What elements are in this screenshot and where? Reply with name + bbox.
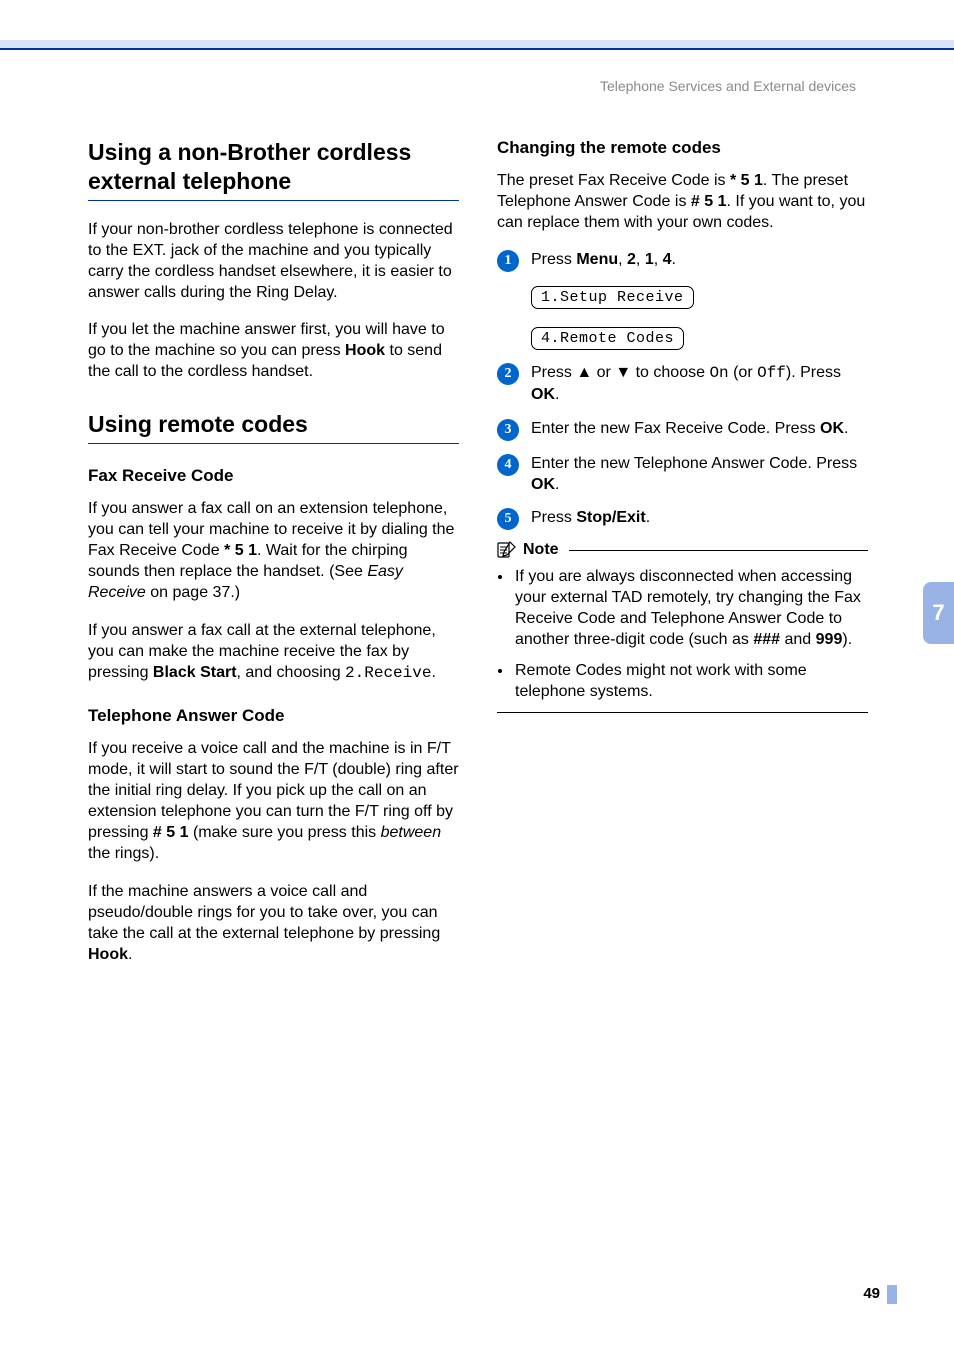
- page-number: 49: [863, 1285, 880, 1302]
- step-badge-4: 4: [497, 454, 519, 476]
- black-start-key: Black Start: [153, 664, 237, 681]
- text: .: [844, 420, 848, 437]
- paragraph: If you answer a fax call at the external…: [88, 620, 459, 684]
- section-heading-remote-codes: Using remote codes: [88, 410, 459, 439]
- text: , and choosing: [237, 664, 346, 681]
- note-rule: [569, 550, 868, 551]
- text: Enter the new Telephone Answer Code. Pre…: [531, 455, 857, 472]
- step-badge-3: 3: [497, 419, 519, 441]
- text: ). Press: [786, 364, 841, 381]
- chapter-tab: 7: [923, 582, 954, 644]
- step-text: Enter the new Telephone Answer Code. Pre…: [531, 453, 868, 495]
- text: .: [431, 664, 435, 681]
- text: and: [780, 631, 816, 648]
- text: the rings).: [88, 845, 159, 862]
- paragraph: If you answer a fax call on an extension…: [88, 498, 459, 604]
- text: Press: [531, 251, 576, 268]
- ok-key: OK: [820, 420, 844, 437]
- note-pencil-icon: [497, 540, 517, 560]
- text: (or: [729, 364, 757, 381]
- step-text: Press ▲ or ▼ to choose On (or Off). Pres…: [531, 362, 868, 405]
- section-rule: [88, 443, 459, 444]
- note-header: Note: [497, 540, 868, 560]
- header-accent-bar: [0, 40, 954, 50]
- text: The preset Fax Receive Code is: [497, 172, 730, 189]
- step-4: 4 Enter the new Telephone Answer Code. P…: [497, 453, 868, 495]
- text: (make sure you press this: [189, 824, 381, 841]
- step-badge-5: 5: [497, 508, 519, 530]
- text: ,: [636, 251, 645, 268]
- text: .: [555, 476, 559, 493]
- subheading-fax-receive: Fax Receive Code: [88, 466, 459, 486]
- step-5: 5 Press Stop/Exit.: [497, 507, 868, 530]
- paragraph: If you receive a voice call and the mach…: [88, 738, 459, 865]
- text: on page 37.): [146, 584, 240, 601]
- mono-on: On: [709, 364, 728, 382]
- stop-exit-key: Stop/Exit: [576, 509, 645, 526]
- paragraph: If your non-brother cordless telephone i…: [88, 219, 459, 303]
- down-arrow-icon: ▼: [615, 364, 631, 381]
- subheading-tel-answer: Telephone Answer Code: [88, 706, 459, 726]
- hook-key: Hook: [345, 342, 385, 359]
- mono-text: 2.Receive: [345, 664, 431, 682]
- step-2: 2 Press ▲ or ▼ to choose On (or Off). Pr…: [497, 362, 868, 405]
- between-italic: between: [381, 824, 442, 841]
- step-text: Enter the new Fax Receive Code. Press OK…: [531, 418, 868, 439]
- text: Press: [531, 364, 576, 381]
- text: ,: [654, 251, 663, 268]
- lcd-display: 1.Setup Receive: [531, 286, 694, 309]
- page-number-tab: [887, 1285, 897, 1304]
- lcd-display: 4.Remote Codes: [531, 327, 684, 350]
- note-list: If you are always disconnected when acce…: [497, 566, 868, 703]
- note-end-rule: [497, 712, 868, 713]
- code-text: * 5 1: [224, 542, 257, 559]
- code-text: # 5 1: [691, 193, 727, 210]
- text: to choose: [631, 364, 709, 381]
- text: or: [592, 364, 615, 381]
- mono-off: Off: [757, 364, 786, 382]
- text: .: [646, 509, 650, 526]
- text: Press: [531, 509, 576, 526]
- code-text: # 5 1: [153, 824, 189, 841]
- step-1: 1 Press Menu, 2, 1, 4.: [497, 249, 868, 272]
- ok-key: OK: [531, 386, 555, 403]
- text: .: [555, 386, 559, 403]
- text: ).: [842, 631, 852, 648]
- text: ,: [618, 251, 627, 268]
- code-hash: ###: [753, 631, 780, 648]
- key-2: 2: [627, 251, 636, 268]
- section-heading-cordless: Using a non-Brother cordless external te…: [88, 138, 459, 196]
- ok-key: OK: [531, 476, 555, 493]
- code-text: * 5 1: [730, 172, 763, 189]
- up-arrow-icon: ▲: [576, 364, 592, 381]
- code-999: 999: [816, 631, 843, 648]
- step-badge-1: 1: [497, 250, 519, 272]
- step-badge-2: 2: [497, 363, 519, 385]
- page-content: Using a non-Brother cordless external te…: [88, 138, 868, 981]
- step-text: Press Stop/Exit.: [531, 507, 868, 528]
- paragraph: The preset Fax Receive Code is * 5 1. Th…: [497, 170, 868, 233]
- hook-key: Hook: [88, 946, 128, 963]
- left-column: Using a non-Brother cordless external te…: [88, 138, 459, 981]
- step-text: Press Menu, 2, 1, 4.: [531, 249, 868, 270]
- subheading-changing-codes: Changing the remote codes: [497, 138, 868, 158]
- section-rule: [88, 200, 459, 201]
- note-label: Note: [523, 541, 559, 559]
- text: If the machine answers a voice call and …: [88, 883, 440, 942]
- key-1: 1: [645, 251, 654, 268]
- running-header: Telephone Services and External devices: [600, 78, 856, 94]
- note-item: If you are always disconnected when acce…: [513, 566, 868, 650]
- text: .: [128, 946, 132, 963]
- text: .: [672, 251, 676, 268]
- paragraph: If the machine answers a voice call and …: [88, 881, 459, 965]
- step-3: 3 Enter the new Fax Receive Code. Press …: [497, 418, 868, 441]
- key-4: 4: [663, 251, 672, 268]
- right-column: Changing the remote codes The preset Fax…: [497, 138, 868, 981]
- paragraph: If you let the machine answer first, you…: [88, 319, 459, 382]
- menu-key: Menu: [576, 251, 618, 268]
- text: Enter the new Fax Receive Code. Press: [531, 420, 820, 437]
- note-item: Remote Codes might not work with some te…: [513, 660, 868, 702]
